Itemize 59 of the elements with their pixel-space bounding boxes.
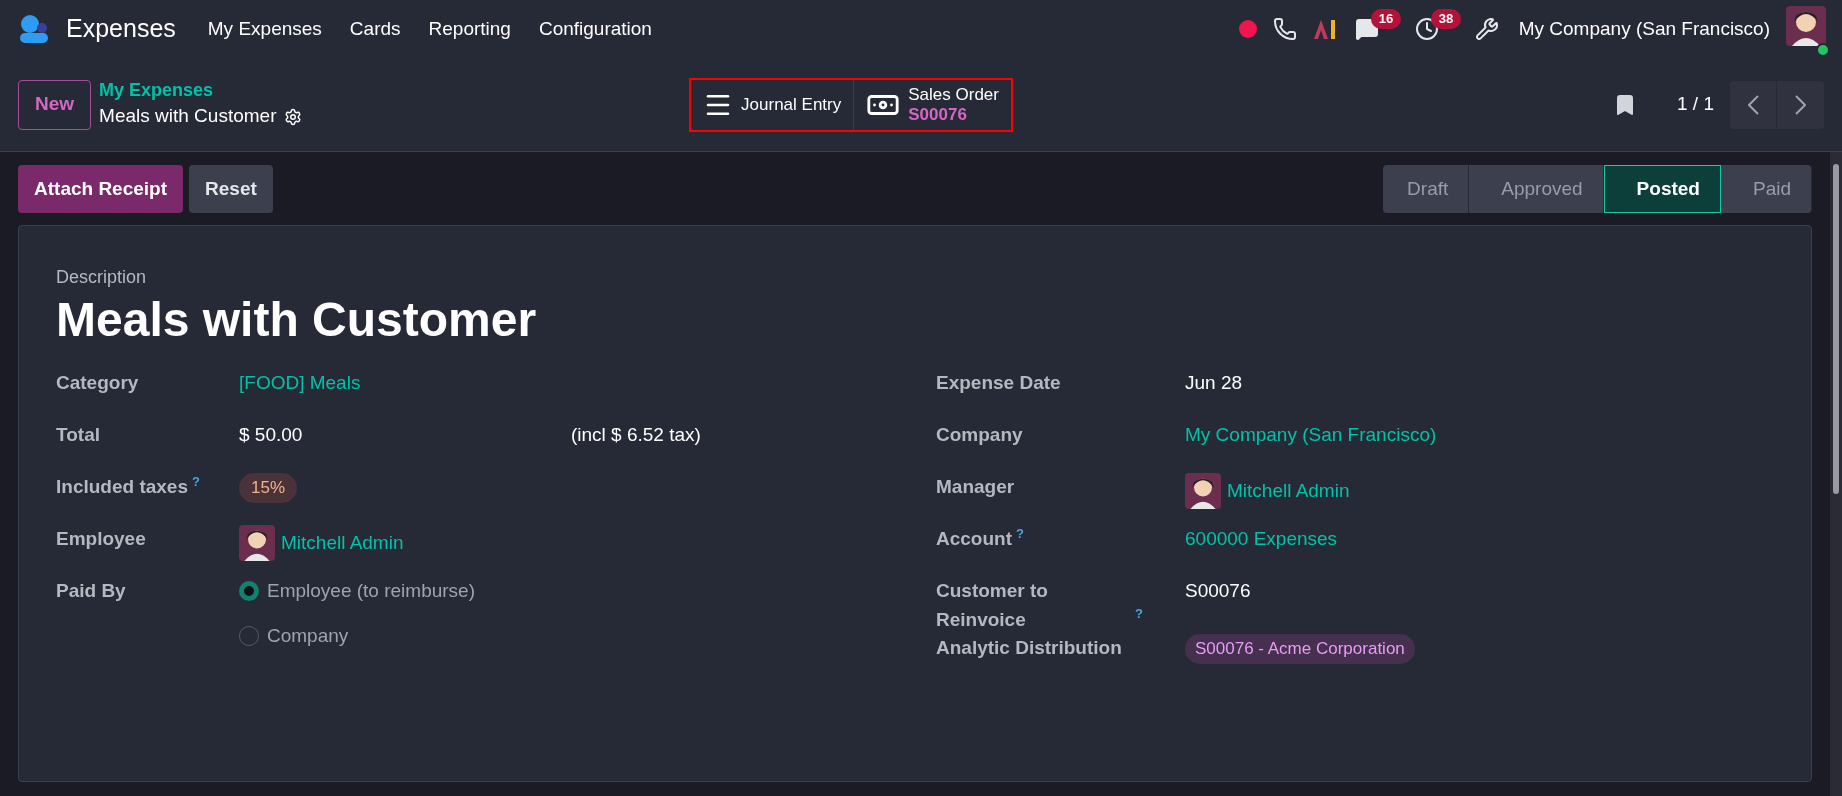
app-name[interactable]: Expenses bbox=[66, 10, 176, 48]
field-label: Employee bbox=[56, 527, 146, 551]
help-tooltip[interactable]: ? bbox=[1135, 606, 1143, 622]
company-switcher[interactable]: My Company (San Francisco) bbox=[1518, 14, 1770, 44]
user-avatar bbox=[1786, 5, 1826, 46]
field-label: Paid By bbox=[56, 579, 126, 603]
breadcrumb-current: Meals with Customer bbox=[99, 104, 277, 129]
field-value: Jun 28 bbox=[1185, 371, 1243, 395]
field-value: S00076 bbox=[1185, 579, 1251, 603]
user-link[interactable]: Mitchell Admin bbox=[281, 528, 404, 558]
field-label: Total bbox=[56, 423, 100, 447]
avatar bbox=[1185, 473, 1221, 509]
avatar bbox=[239, 525, 275, 561]
status-stage[interactable]: Draft bbox=[1383, 165, 1470, 213]
pager-value[interactable]: 1 / 1 bbox=[1677, 90, 1714, 119]
field-link[interactable]: My Company (San Francisco) bbox=[1185, 421, 1437, 450]
chevron-left-icon bbox=[1747, 94, 1759, 115]
field-label: Included taxes bbox=[56, 475, 188, 499]
description-label: Description bbox=[56, 266, 148, 289]
field-label: Account bbox=[936, 527, 1012, 551]
menu-item[interactable]: Cards bbox=[349, 14, 401, 44]
field-label: Company bbox=[936, 423, 1023, 447]
action-button[interactable]: Attach Receipt bbox=[18, 165, 184, 213]
field-label: Customer to Reinvoice bbox=[936, 579, 1049, 632]
menu-item[interactable]: Reporting bbox=[428, 14, 511, 44]
radio-label[interactable]: Company bbox=[267, 621, 349, 650]
field-label: Category bbox=[56, 371, 139, 395]
phone-icon[interactable] bbox=[1272, 17, 1297, 41]
menu-item[interactable]: My Expenses bbox=[207, 14, 322, 44]
clock-icon[interactable] bbox=[1414, 17, 1439, 41]
help-tooltip[interactable]: ? bbox=[1016, 525, 1024, 542]
field-value: $ 50.00 bbox=[239, 423, 304, 447]
status-stage[interactable]: Paid bbox=[1720, 165, 1812, 213]
action-button[interactable]: Reset bbox=[189, 165, 273, 213]
wrench-icon[interactable] bbox=[1474, 17, 1499, 41]
tax-tag[interactable]: 15% bbox=[239, 473, 298, 503]
breadcrumb-link[interactable]: My Expenses bbox=[99, 78, 690, 103]
settings-icon[interactable] bbox=[284, 107, 303, 126]
field-label: Analytic Distribution bbox=[936, 636, 1122, 660]
field-link[interactable]: 600000 Expenses bbox=[1185, 525, 1338, 554]
field-label: Manager bbox=[936, 475, 1015, 499]
radio-label[interactable]: Employee (to reimburse) bbox=[267, 577, 476, 606]
chat-icon[interactable] bbox=[1354, 17, 1379, 41]
new-button[interactable]: New bbox=[18, 79, 92, 130]
count-badge: 16 bbox=[1370, 9, 1402, 29]
status-stage[interactable]: Approved bbox=[1469, 165, 1604, 213]
chevron-right-icon bbox=[1795, 94, 1806, 115]
menu-item[interactable]: Configuration bbox=[538, 14, 652, 44]
status-stage[interactable]: Posted bbox=[1603, 165, 1721, 213]
scrollbar[interactable] bbox=[1830, 152, 1842, 796]
analytic-tag[interactable]: S00076 - Acme Corporation bbox=[1185, 634, 1415, 664]
user-link[interactable]: Mitchell Admin bbox=[1227, 476, 1350, 506]
radio-button[interactable] bbox=[239, 581, 259, 602]
field-label: Expense Date bbox=[936, 371, 1061, 395]
tax-note: (incl $ 6.52 tax) bbox=[571, 423, 701, 447]
record-title: Meals with Customer bbox=[56, 292, 538, 348]
field-link[interactable]: [FOOD] Meals bbox=[239, 369, 361, 398]
count-badge: 38 bbox=[1430, 9, 1462, 29]
help-tooltip[interactable]: ? bbox=[192, 473, 200, 490]
